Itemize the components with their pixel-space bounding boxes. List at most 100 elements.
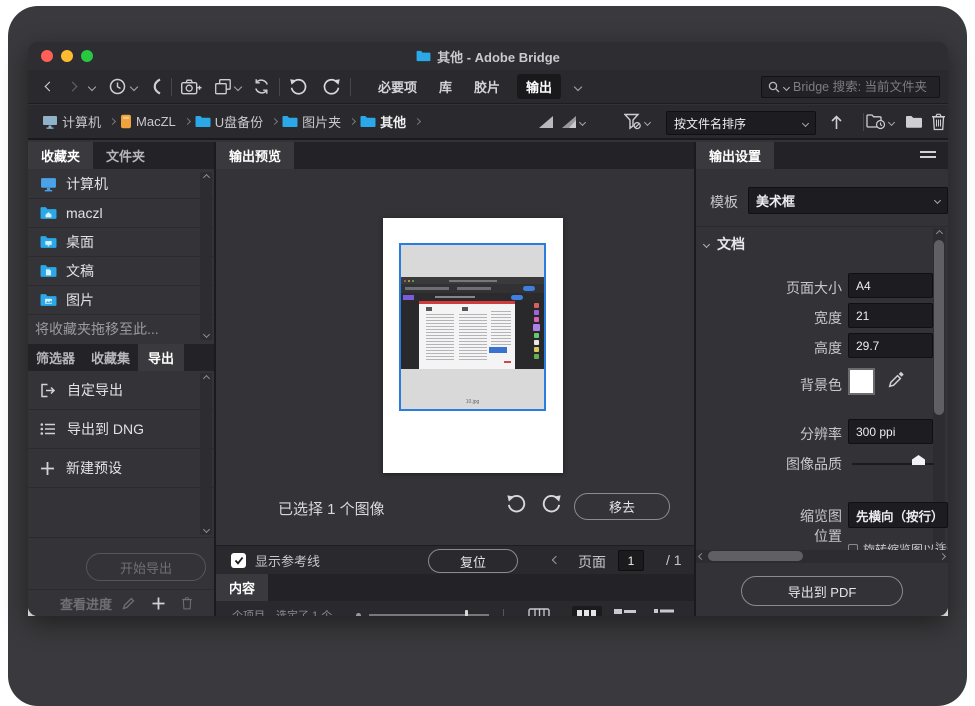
image-cell-selected[interactable]: 10.jpg [399, 243, 546, 411]
thumb-size-small-icon[interactable] [356, 613, 361, 617]
scroll-up-icon[interactable] [202, 174, 209, 181]
delete-preset-trash-icon[interactable] [181, 596, 193, 610]
thumbnail-view-button-active[interactable] [572, 606, 602, 616]
reset-button[interactable]: 复位 [428, 549, 518, 573]
filter-funnel-icon[interactable] [624, 113, 641, 131]
boomerang-icon[interactable] [150, 78, 162, 95]
page-preview[interactable]: 10.jpg [383, 218, 563, 473]
forward-button[interactable] [68, 82, 78, 92]
breadcrumb-usb-backup[interactable]: U盘备份 [215, 112, 263, 131]
back-button[interactable] [45, 82, 55, 92]
favorite-item-documents[interactable]: 文稿 [28, 257, 214, 286]
breadcrumb-maczl[interactable]: MacZL [136, 114, 176, 129]
sort-dropdown[interactable]: 按文件名排序 [666, 111, 816, 135]
copy-files-chevron[interactable] [234, 82, 242, 90]
favorite-item-pictures[interactable]: 图片 [28, 286, 214, 315]
scroll-left-icon[interactable] [698, 553, 705, 560]
sort-ascending-icon[interactable] [830, 114, 843, 130]
scroll-up-icon[interactable] [202, 375, 209, 382]
recent-items-chevron[interactable] [130, 82, 138, 90]
tab-output-preview[interactable]: 输出预览 [216, 142, 294, 169]
bg-color-swatch[interactable] [848, 368, 875, 395]
export-item-dng[interactable]: 导出到 DNG [28, 410, 214, 449]
page-size-input[interactable]: A4 [848, 273, 933, 298]
rotate-ccw-icon[interactable] [506, 494, 527, 514]
breadcrumb-computer[interactable]: 计算机 [62, 112, 101, 131]
scroll-down-icon[interactable] [202, 331, 209, 338]
scroll-right-icon[interactable] [939, 553, 946, 560]
quality-slider-thumb[interactable] [912, 455, 925, 465]
tab-filter[interactable]: 筛选器 [28, 344, 83, 371]
refresh-icon[interactable] [253, 78, 270, 95]
thumbnail-quality-chevron[interactable] [579, 119, 586, 126]
search-box[interactable] [761, 76, 940, 98]
hscrollbar-thumb[interactable] [708, 551, 803, 561]
recent-folders-chevron[interactable] [888, 119, 895, 126]
template-dropdown[interactable]: 美术框 [748, 187, 948, 214]
search-scope-chevron[interactable] [783, 83, 790, 90]
workspace-tab-output[interactable]: 输出 [517, 74, 561, 99]
height-input[interactable]: 29.7 [848, 333, 933, 358]
rotate-cw-icon[interactable] [541, 494, 562, 514]
recent-items-icon[interactable] [109, 78, 126, 95]
show-guides-checkbox[interactable] [231, 553, 246, 568]
favorites-scrollbar[interactable] [200, 172, 212, 340]
export-item-custom[interactable]: 自定导出 [28, 371, 214, 410]
new-folder-icon[interactable] [905, 114, 923, 129]
tab-favorites[interactable]: 收藏夹 [28, 142, 93, 169]
tab-export[interactable]: 导出 [138, 344, 184, 371]
remove-image-button[interactable]: 移去 [574, 493, 670, 520]
page-number-input[interactable] [618, 550, 644, 571]
view-progress-label[interactable]: 查看进度 [60, 594, 112, 613]
edit-pencil-icon[interactable] [122, 596, 136, 610]
start-export-button[interactable]: 开始导出 [86, 553, 206, 581]
rotate-ccw-icon[interactable] [289, 78, 308, 96]
slider-thumb[interactable] [465, 610, 468, 616]
rotate-cw-icon[interactable] [322, 78, 341, 96]
image-quality-slider[interactable] [852, 463, 934, 465]
copy-files-icon[interactable] [215, 79, 231, 95]
thumbnail-quality-icon[interactable] [538, 115, 554, 129]
scrollbar-thumb[interactable] [934, 240, 944, 415]
filmstrip-view-icon[interactable] [528, 608, 550, 616]
details-view-icon[interactable] [614, 609, 638, 616]
thumbnail-quality-hq-icon[interactable] [561, 115, 577, 129]
workspace-tab-filmstrip[interactable]: 胶片 [474, 77, 500, 96]
search-input[interactable] [793, 80, 933, 94]
panel-menu-icon[interactable] [920, 151, 936, 158]
favorite-item-home[interactable]: maczl [28, 199, 214, 228]
get-photos-camera-icon[interactable] [181, 79, 202, 95]
export-scrollbar[interactable] [200, 373, 212, 535]
image-caption: 10.jpg [401, 399, 544, 405]
breadcrumb-current-other[interactable]: 其他 [380, 112, 406, 131]
prev-page-chevron[interactable] [552, 556, 560, 564]
favorite-item-desktop[interactable]: 桌面 [28, 228, 214, 257]
export-item-new-preset[interactable]: 新建预设 [28, 449, 214, 488]
workspace-tab-essentials[interactable]: 必要项 [378, 77, 417, 96]
nav-menu-chevron[interactable] [88, 82, 96, 90]
tab-folders[interactable]: 文件夹 [93, 142, 158, 169]
folder-icon [416, 50, 431, 62]
eyedropper-icon[interactable] [888, 370, 906, 388]
preview-image-thumbnail[interactable] [401, 277, 544, 369]
delete-trash-icon[interactable] [931, 112, 946, 131]
thumb-position-dropdown[interactable]: 先横向（按行） [848, 502, 948, 528]
width-input[interactable]: 21 [848, 303, 933, 328]
tab-collections[interactable]: 收藏集 [83, 344, 138, 371]
workspace-menu-chevron[interactable] [574, 82, 582, 90]
scroll-down-icon[interactable] [202, 526, 209, 533]
list-view-icon[interactable] [654, 609, 676, 616]
export-to-pdf-button[interactable]: 导出到 PDF [741, 576, 903, 606]
recent-folders-icon[interactable] [866, 113, 886, 130]
breadcrumb-pictures-folder[interactable]: 图片夹 [302, 112, 341, 131]
thumbnail-size-slider[interactable] [369, 614, 489, 616]
resolution-input[interactable]: 300 ppi [848, 419, 933, 444]
filter-chevron[interactable] [644, 119, 651, 126]
favorite-item-computer[interactable]: 计算机 [28, 170, 214, 199]
tab-content[interactable]: 内容 [216, 574, 268, 601]
tab-output-settings[interactable]: 输出设置 [696, 142, 774, 169]
add-preset-plus-icon[interactable] [152, 597, 165, 610]
scroll-up-icon[interactable] [935, 230, 942, 237]
workspace-tab-libraries[interactable]: 库 [439, 77, 452, 96]
document-section-header[interactable]: 文档 [704, 234, 745, 254]
